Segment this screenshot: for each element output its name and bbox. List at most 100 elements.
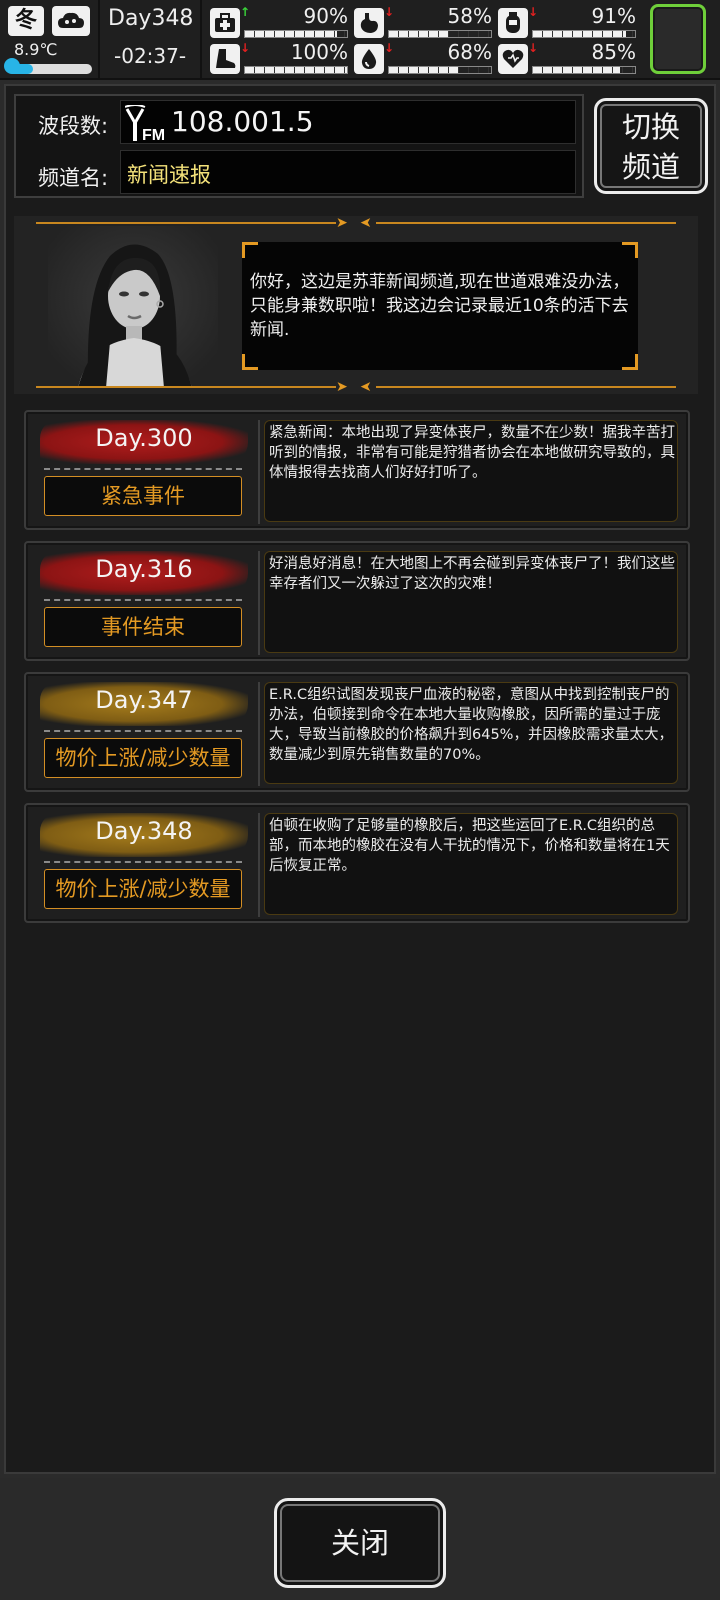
thermometer-icon (4, 58, 20, 74)
arrow-left-icon: ➤ (360, 215, 372, 231)
divider (376, 386, 676, 388)
divider (98, 0, 100, 80)
news-content: 紧急新闻：本地出现了异变体丧尸，数量不在少数！据我辛苦打听到的情报，非常有可能是… (264, 420, 678, 522)
close-button[interactable]: 关闭 (274, 1498, 446, 1588)
news-day: Day.300 (95, 424, 193, 452)
corner-bracket (242, 354, 258, 370)
stat-mood: ↓ 85% (498, 40, 640, 76)
stat-bar (532, 66, 636, 74)
stat-value: 68% (447, 40, 492, 64)
news-item: Day.300 紧急事件 紧急新闻：本地出现了异变体丧尸，数量不在少数！据我辛苦打听… (24, 410, 690, 530)
stat-bar-ticks (533, 31, 635, 37)
heart-icon (498, 44, 528, 74)
temperature-bar (8, 64, 92, 74)
channel-label: 频道名: (38, 166, 109, 190)
news-tag: 物价上涨/减少数量 (44, 869, 242, 909)
arrow-down-icon: ↓ (528, 5, 539, 19)
stomach-icon (354, 8, 384, 38)
stat-endurance: ↓ 100% (210, 40, 352, 76)
divider (258, 682, 260, 786)
footer: 关闭 (0, 1478, 720, 1600)
arrow-down-icon: ↓ (528, 41, 539, 55)
speech-bubble: 你好，这边是苏菲新闻频道,现在世道艰难没办法，只能身兼数职啦！我这边会记录最近1… (242, 242, 638, 370)
news-day: Day.316 (95, 555, 193, 583)
corner-bracket (622, 354, 638, 370)
news-tag: 紧急事件 (44, 476, 242, 516)
switch-channel-label: 切换 (621, 110, 680, 144)
arrow-down-icon: ↓ (240, 41, 251, 55)
frequency-display: FM 108.001.5 (120, 100, 576, 144)
reporter-banner: ➤ ➤ 你好，这边是苏菲新闻频道,现在世道艰难没办法，只能身兼数职啦！我这边会记… (14, 215, 698, 395)
divider (258, 813, 260, 917)
stat-bar (244, 30, 348, 38)
news-item: Day.316 事件结束 好消息好消息！在大地图上不再会碰到异变体丧尸了！我们这些幸… (24, 541, 690, 661)
medkit-icon (210, 8, 240, 38)
news-tag: 物价上涨/减少数量 (44, 738, 242, 778)
stat-bar (388, 30, 492, 38)
boot-icon (210, 44, 240, 74)
news-item: Day.348 物价上涨/减少数量 伯顿在收购了足够量的橡胶后，把这些运回了E.R.… (24, 803, 690, 923)
news-content: 伯顿在收购了足够量的橡胶后，把这些运回了E.R.C组织的总部，而本地的橡胶在没有… (264, 813, 678, 915)
switch-channel-label: 频道 (621, 150, 680, 184)
stat-stamina: ↓ 91% (498, 4, 640, 40)
radio-header: 波段数: FM 108.001.5 频道名: 新闻速报 (14, 94, 584, 198)
reporter-portrait (48, 226, 218, 388)
stat-bar (532, 30, 636, 38)
news-text: 紧急新闻：本地出现了异变体丧尸，数量不在少数！据我辛苦打听到的情报，非常有可能是… (269, 425, 675, 481)
channel-display: 新闻速报 (120, 150, 576, 194)
news-item: Day.347 物价上涨/减少数量 E.R.C组织试图发现丧尸血液的秘密，意图从中找… (24, 672, 690, 792)
season-badge: 冬 (8, 6, 44, 36)
news-text: 伯顿在收购了足够量的橡胶后，把这些运回了E.R.C组织的总部，而本地的橡胶在没有… (269, 818, 670, 874)
arrow-down-icon: ↓ (384, 5, 395, 19)
divider (36, 386, 336, 388)
news-text: E.R.C组织试图发现丧尸血液的秘密，意图从中找到控制丧尸的办法，伯顿接到命令在… (269, 687, 673, 763)
svg-text:FM: FM (142, 127, 165, 143)
divider (44, 599, 242, 601)
stat-hunger: ↓ 58% (354, 4, 496, 40)
weather-cloud-icon (52, 6, 90, 36)
stat-value: 58% (447, 4, 492, 28)
divider (200, 0, 202, 80)
stat-value: 85% (591, 40, 636, 64)
arrow-up-icon: ↑ (240, 5, 251, 19)
stat-health: ↑ 90% (210, 4, 352, 40)
canister-icon (498, 8, 528, 38)
fm-antenna-icon: FM (125, 105, 165, 143)
stat-value: 91% (591, 4, 636, 28)
news-tag: 事件结束 (44, 607, 242, 647)
news-day: Day.347 (95, 686, 193, 714)
corner-bracket (622, 242, 638, 258)
arrow-down-icon: ↓ (384, 41, 395, 55)
stat-bar (388, 66, 492, 74)
stat-value: 90% (303, 4, 348, 28)
equipment-slot[interactable] (650, 4, 706, 74)
arrow-left-icon: ➤ (360, 379, 372, 395)
arrow-right-icon: ➤ (336, 215, 348, 231)
temperature: 8.9℃ (14, 40, 58, 59)
divider (258, 551, 260, 655)
radio-panel: 波段数: FM 108.001.5 频道名: 新闻速报 切换 频道 ➤ ➤ 你好… (4, 84, 716, 1474)
divider (36, 222, 336, 224)
stat-bar-ticks (245, 31, 347, 37)
news-day: Day.348 (95, 817, 193, 845)
day-counter: Day348 (108, 6, 194, 31)
arrow-right-icon: ➤ (336, 379, 348, 395)
stat-bar-ticks (533, 67, 635, 73)
stat-bar-ticks (389, 67, 491, 73)
divider (44, 861, 242, 863)
switch-channel-button[interactable]: 切换 频道 (594, 98, 708, 194)
status-bar: 冬 8.9℃ Day348 -02:37- ↑ 90% ↓ 58% ↓ 91% ↓ 100% ↓… (0, 0, 720, 80)
stat-bar (244, 66, 348, 74)
reporter-message: 你好，这边是苏菲新闻频道,现在世道艰难没办法，只能身兼数职啦！我这边会记录最近1… (250, 272, 630, 340)
news-text: 好消息好消息！在大地图上不再会碰到异变体丧尸了！我们这些幸存者们又一次躲过了这次… (269, 556, 675, 592)
frequency-value: 108.001.5 (171, 105, 314, 138)
channel-name: 新闻速报 (127, 163, 211, 187)
clock: -02:37- (114, 44, 187, 68)
water-drop-icon (354, 44, 384, 74)
news-content: E.R.C组织试图发现丧尸血液的秘密，意图从中找到控制丧尸的办法，伯顿接到命令在… (264, 682, 678, 784)
stat-bar-ticks (245, 67, 347, 73)
stat-bar-ticks (389, 31, 491, 37)
stat-value: 100% (290, 40, 348, 64)
divider (44, 730, 242, 732)
news-content: 好消息好消息！在大地图上不再会碰到异变体丧尸了！我们这些幸存者们又一次躲过了这次… (264, 551, 678, 653)
